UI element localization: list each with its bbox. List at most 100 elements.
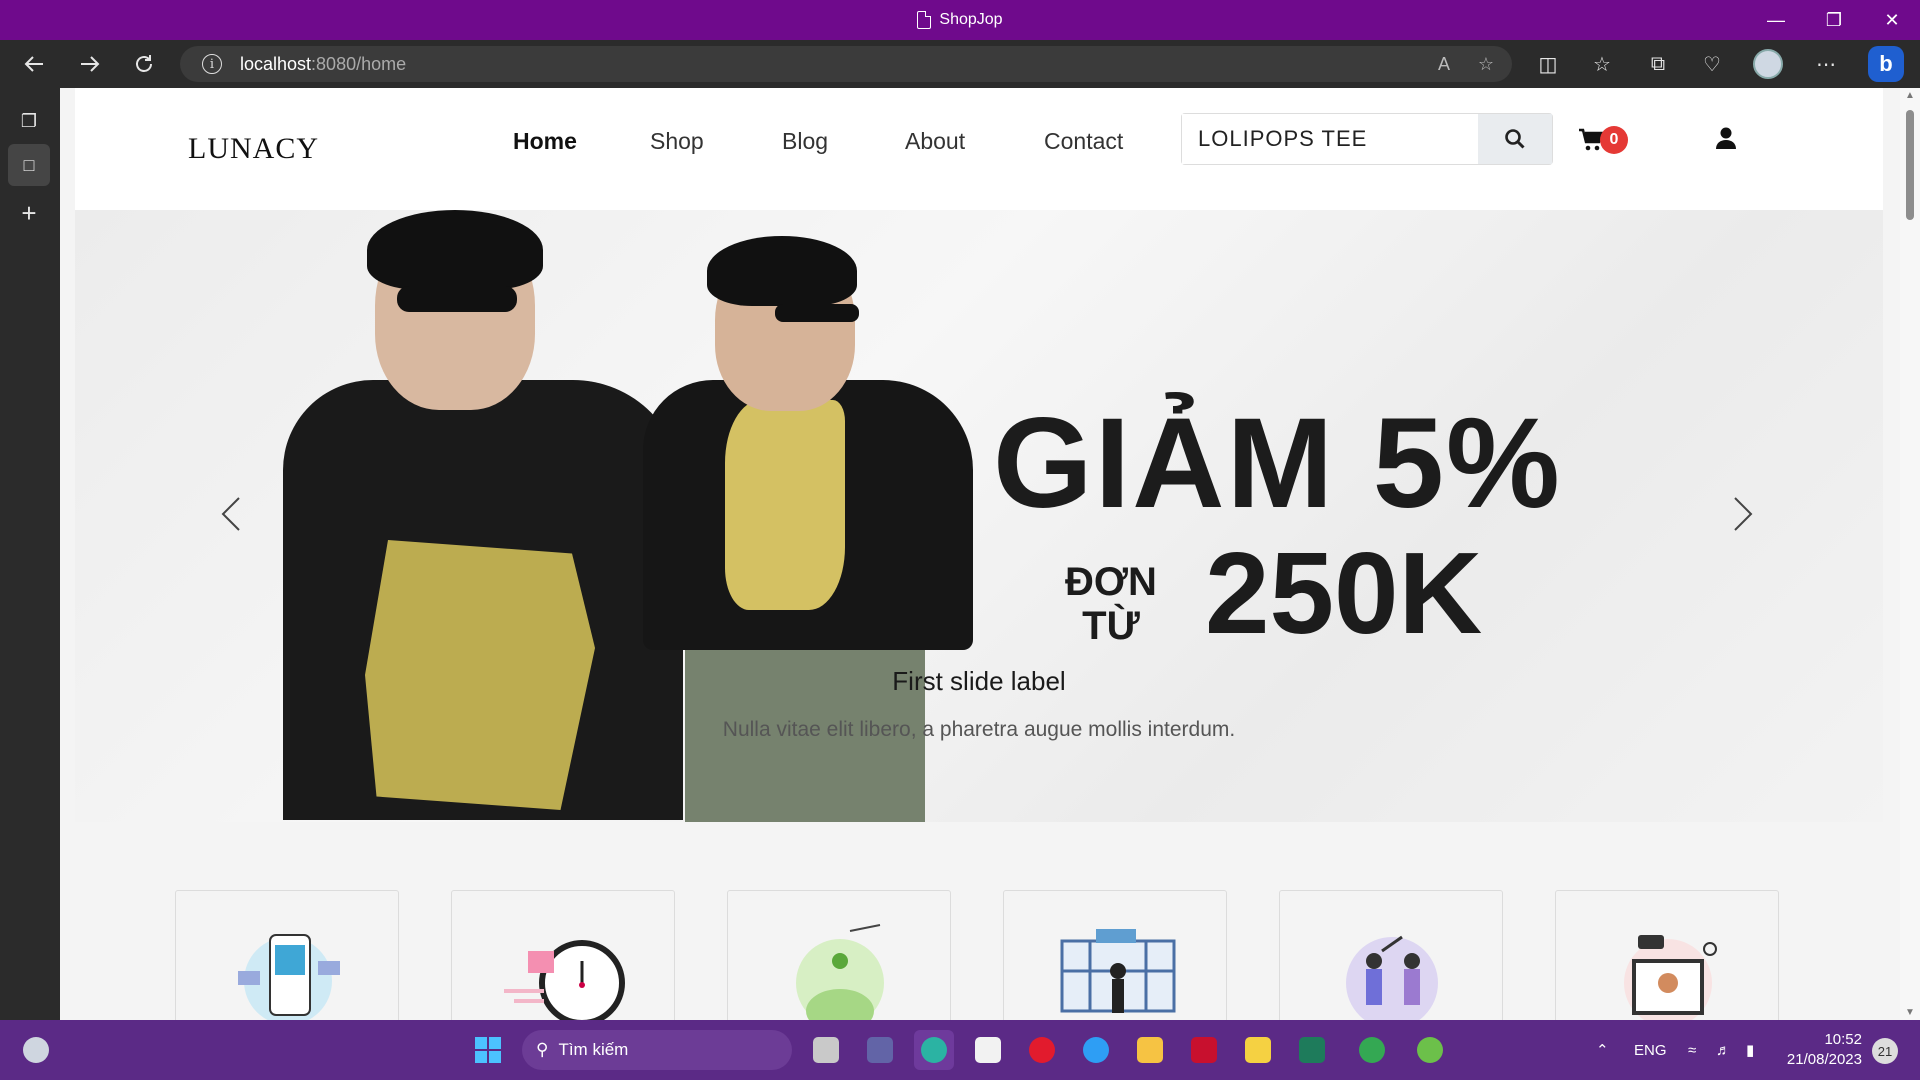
account-button[interactable] [1715, 126, 1737, 155]
bing-button[interactable]: b [1864, 40, 1908, 88]
scroll-down-arrow-icon[interactable]: ▼ [1905, 1007, 1915, 1018]
page-scrollbar[interactable]: ▲ ▼ [1900, 88, 1920, 1020]
savings-illustration [796, 924, 884, 1020]
back-button[interactable] [12, 40, 56, 88]
nav-blog[interactable]: Blog [782, 128, 828, 155]
opera-icon[interactable] [1022, 1030, 1062, 1070]
page-icon [917, 11, 932, 29]
site-logo[interactable]: LUNACY [188, 132, 319, 166]
app-icon-3[interactable] [1410, 1030, 1450, 1070]
clock-time: 10:52 [1824, 1031, 1862, 1048]
read-aloud-icon[interactable]: A [1426, 46, 1462, 82]
windows-taskbar: ⚲ Tìm kiếm ⌃ ENG ≈ ♬ ▮ 10:52 21/08/2023 … [0, 1020, 1920, 1080]
mcafee-icon[interactable] [1184, 1030, 1224, 1070]
more-icon[interactable]: ⋯ [1804, 40, 1848, 88]
feature-card[interactable] [727, 890, 951, 1020]
shopping-illustration [1060, 929, 1176, 1013]
help-icon[interactable] [1076, 1030, 1116, 1070]
carousel-caption-text: Nulla vitae elit libero, a pharetra augu… [722, 718, 1236, 741]
address-text[interactable]: localhost:8080/home [240, 54, 406, 75]
site-header: LUNACY Home Shop Blog About Contact 0 [75, 88, 1883, 210]
nav-home[interactable]: Home [513, 128, 577, 155]
store-icon[interactable] [968, 1030, 1008, 1070]
task-view-icon[interactable] [806, 1030, 846, 1070]
chevron-left-icon [221, 497, 240, 531]
nav-shop[interactable]: Shop [650, 128, 704, 155]
restore-button[interactable]: ❐ [1806, 0, 1862, 40]
feature-card[interactable] [1279, 890, 1503, 1020]
favorite-star-icon[interactable]: ☆ [1468, 46, 1504, 82]
model-right-shirt-print [725, 400, 845, 610]
feature-card[interactable] [175, 890, 399, 1020]
promo-amount: 250K [1205, 528, 1483, 658]
add-tab-icon[interactable]: + [8, 192, 50, 234]
battery-icon[interactable]: ▮ [1746, 1020, 1754, 1080]
carousel-prev-button[interactable] [201, 484, 261, 544]
browser-toolbar: i localhost:8080/home A ☆ ◫ ☆ ⧉ ♡ ⋯ b [0, 40, 1920, 88]
search-icon: ⚲ [536, 1040, 549, 1059]
health-icon[interactable]: ♡ [1690, 40, 1734, 88]
page-tab-icon[interactable]: □ [8, 144, 50, 186]
app-icon-1[interactable] [1238, 1030, 1278, 1070]
avatar [1753, 49, 1783, 79]
language-indicator[interactable]: ENG [1634, 1020, 1667, 1080]
close-button[interactable]: ✕ [1864, 0, 1920, 40]
feature-card[interactable] [451, 890, 675, 1020]
fast-delivery-illustration [504, 940, 625, 1020]
address-bar[interactable]: i localhost:8080/home A ☆ [180, 46, 1512, 82]
wifi-icon[interactable]: ≈ [1688, 1020, 1696, 1080]
tab-actions-icon[interactable]: ❐ [8, 100, 50, 142]
carousel-next-button[interactable] [1713, 484, 1773, 544]
tray-overflow-icon[interactable]: ⌃ [1596, 1020, 1609, 1080]
site-info-icon[interactable]: i [202, 54, 222, 74]
taskbar-search[interactable]: ⚲ Tìm kiếm [522, 1030, 792, 1070]
nav-about[interactable]: About [905, 128, 965, 155]
nav-contact[interactable]: Contact [1044, 128, 1123, 155]
split-screen-icon[interactable]: ◫ [1526, 40, 1570, 88]
system-clock[interactable]: 10:52 21/08/2023 [1782, 1030, 1862, 1070]
notification-badge[interactable]: 21 [1872, 1038, 1898, 1064]
search-icon [1505, 129, 1525, 149]
file-explorer-icon[interactable] [1130, 1030, 1170, 1070]
online-payment-illustration [238, 934, 340, 1020]
profile-button[interactable] [1746, 40, 1790, 88]
model-right-sunglasses [775, 304, 859, 322]
refresh-button[interactable] [122, 40, 166, 88]
teams-icon[interactable] [860, 1030, 900, 1070]
weather-icon[interactable] [16, 1030, 56, 1070]
chrome-icon[interactable] [1352, 1030, 1392, 1070]
feature-card[interactable] [1003, 890, 1227, 1020]
bing-icon: b [1868, 46, 1904, 82]
feature-card[interactable] [1555, 890, 1779, 1020]
clock-date: 21/08/2023 [1786, 1051, 1862, 1068]
refresh-icon [136, 55, 152, 72]
promo-subtext: ĐƠN TỪ [1065, 560, 1157, 648]
search-form [1181, 113, 1553, 165]
hero-carousel: GIẢM 5% ĐƠN TỪ 250K First slide label Nu… [75, 210, 1883, 822]
minimize-button[interactable]: — [1748, 0, 1804, 40]
search-input[interactable] [1182, 114, 1478, 164]
forward-button[interactable] [68, 40, 112, 88]
start-button[interactable] [468, 1030, 508, 1070]
model-right-hair [707, 236, 857, 306]
taskbar-search-label: Tìm kiếm [558, 1040, 629, 1059]
vertical-tabs-panel: ❐ □ + [0, 88, 60, 1020]
scroll-up-arrow-icon[interactable]: ▲ [1905, 90, 1915, 101]
search-button[interactable] [1478, 114, 1552, 164]
collections-icon[interactable]: ⧉ [1636, 40, 1680, 88]
cart-button[interactable]: 0 [1578, 126, 1628, 154]
online-support-illustration [1624, 935, 1717, 1020]
app-icon-2[interactable] [1292, 1030, 1332, 1070]
promo-subtext-line1: ĐƠN [1065, 560, 1157, 604]
promo-headline: GIẢM 5% [993, 392, 1562, 535]
window-title-text: ShopJop [939, 11, 1003, 28]
window-titlebar: ShopJop — ❐ ✕ [0, 0, 1920, 40]
carousel-caption-title: First slide label [892, 666, 1066, 696]
cart-count-badge: 0 [1600, 126, 1628, 154]
favorites-icon[interactable]: ☆ [1580, 40, 1624, 88]
volume-icon[interactable]: ♬ [1716, 1020, 1731, 1080]
scrollbar-thumb[interactable] [1906, 110, 1914, 220]
edge-icon[interactable] [914, 1030, 954, 1070]
promo-subtext-line2: TỪ [1082, 604, 1140, 648]
model-left-sunglasses [397, 286, 517, 312]
